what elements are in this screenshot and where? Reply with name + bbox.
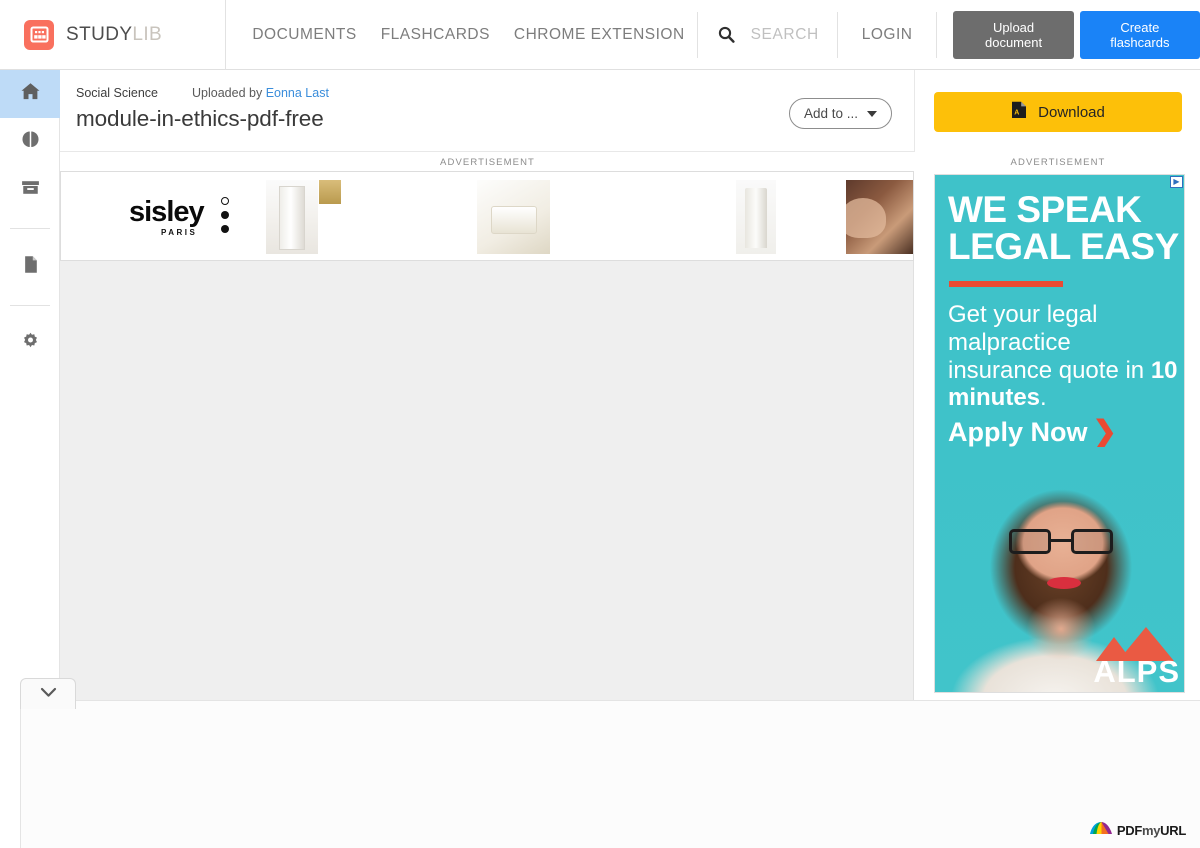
ad-headline: WE SPEAK LEGAL EASY	[948, 189, 1184, 267]
nav-chrome-extension[interactable]: CHROME EXTENSION	[502, 0, 697, 70]
ad-product-image-1	[266, 180, 318, 254]
eyeglasses-icon	[1009, 529, 1113, 554]
upload-document-button[interactable]: Upload document	[953, 10, 1074, 59]
adchoices-icon[interactable]: ▶	[1170, 176, 1183, 188]
brand-secondary: LIB	[132, 23, 163, 45]
add-to-label: Add to ...	[803, 106, 858, 121]
ad-body-part1: Get your legal malpractice insurance quo…	[948, 301, 1151, 384]
bottom-left-rail	[0, 700, 21, 848]
document-page-icon	[20, 254, 41, 280]
sidebar-item-settings[interactable]	[0, 320, 60, 368]
advertisement-label-right: ADVERTISEMENT	[1010, 157, 1106, 168]
sisley-brand-name: sisley	[129, 196, 205, 228]
pdfmyurl-mid: my	[1141, 823, 1161, 838]
document-viewer-area[interactable]	[60, 261, 914, 706]
pdfmyurl-watermark: PDFmyURL	[1089, 821, 1186, 840]
rail-divider-2	[9, 305, 50, 306]
ad-headline-line1: WE SPEAK	[948, 189, 1142, 230]
download-button[interactable]: A Download	[934, 92, 1182, 132]
sidebar-item-home[interactable]	[0, 70, 60, 118]
nav-documents[interactable]: DOCUMENTS	[240, 0, 368, 70]
nav-flashcards[interactable]: FLASHCARDS	[369, 0, 502, 70]
three-dots-icon	[221, 197, 229, 239]
document-header: Social Science Uploaded by Eonna Last mo…	[60, 70, 915, 152]
brand-primary: STUDY	[66, 23, 133, 45]
viewer-collapse-toggle[interactable]	[20, 678, 76, 709]
document-meta-row: Social Science Uploaded by Eonna Last	[76, 86, 914, 100]
login-area: LOGIN	[838, 0, 937, 70]
login-link[interactable]: LOGIN	[862, 26, 913, 44]
chevron-right-icon: ❯	[1092, 416, 1117, 448]
studylib-grid-icon	[24, 19, 54, 50]
brand-logo-link[interactable]: STUDYLIB	[0, 0, 227, 70]
ad-advertiser-name: ALPS	[1093, 654, 1180, 689]
rail-divider-1	[9, 228, 50, 229]
sisley-banner-ad[interactable]: sisley PARIS	[60, 171, 914, 261]
advertisement-label-top: ADVERTISEMENT	[60, 152, 915, 171]
main-content-column: Social Science Uploaded by Eonna Last mo…	[60, 70, 915, 706]
uploaded-by-text: Uploaded by Eonna Last	[192, 86, 329, 100]
uploaded-by-label: Uploaded by	[192, 86, 263, 100]
add-to-dropdown[interactable]: Add to ...	[788, 98, 892, 129]
search-placeholder: SEARCH	[750, 25, 819, 43]
ad-product-image-2	[319, 180, 341, 204]
apply-now-cta[interactable]: Apply Now ❯	[948, 417, 1117, 448]
right-sidebar: A Download ADVERTISEMENT ▶ WE SPEAK LEGA…	[917, 70, 1200, 700]
ad-body-part2: .	[1040, 384, 1047, 412]
pdfmyurl-label: PDFmyURL	[1117, 823, 1186, 838]
bottom-strip	[0, 700, 1200, 848]
ad-body-text: Get your legal malpractice insurance quo…	[948, 301, 1180, 412]
pdfmyurl-pre: PDF	[1116, 823, 1142, 838]
home-icon	[20, 81, 41, 107]
search-icon	[718, 26, 735, 43]
pdfmyurl-post: URL	[1160, 823, 1186, 838]
brand-name: STUDYLIB	[66, 24, 162, 46]
apply-now-label: Apply Now	[948, 417, 1088, 447]
chevron-down-icon	[867, 110, 877, 117]
ad-model-lips	[1047, 577, 1081, 589]
create-flashcards-button[interactable]: Create flashcards	[1079, 10, 1200, 59]
archive-box-icon	[20, 177, 41, 203]
primary-nav-links: DOCUMENTS FLASHCARDS CHROME EXTENSION	[226, 0, 696, 70]
pdfmyurl-fan-icon	[1089, 821, 1114, 840]
legal-insurance-ad[interactable]: ▶ WE SPEAK LEGAL EASY Get your legal mal…	[934, 174, 1185, 693]
search-input[interactable]: SEARCH	[698, 0, 837, 70]
top-navigation-bar: STUDYLIB DOCUMENTS FLASHCARDS CHROME EXT…	[0, 0, 1200, 70]
ad-accent-rule	[949, 281, 1063, 287]
sidebar-item-documents[interactable]	[0, 243, 60, 291]
sidebar-item-archive[interactable]	[0, 166, 60, 214]
ad-product-image-5	[846, 180, 913, 254]
sidebar-item-flashcards[interactable]	[0, 118, 60, 166]
ad-model-photo: ALPS	[935, 447, 1184, 692]
uploader-link[interactable]: Eonna Last	[266, 86, 329, 100]
pdf-file-icon: A	[1011, 101, 1027, 123]
gear-icon	[20, 331, 41, 357]
ad-headline-line2: LEGAL EASY	[948, 225, 1179, 267]
chevron-down-icon	[40, 685, 57, 703]
sisley-brand-sub: PARIS	[161, 228, 198, 237]
brain-icon	[20, 129, 41, 155]
svg-text:A: A	[1014, 109, 1019, 116]
download-label: Download	[1038, 103, 1105, 121]
ad-product-image-4	[736, 180, 776, 254]
breadcrumb-category[interactable]: Social Science	[76, 86, 158, 100]
top-action-buttons: Upload document Create flashcards	[937, 10, 1200, 59]
ad-product-image-3	[477, 180, 550, 254]
